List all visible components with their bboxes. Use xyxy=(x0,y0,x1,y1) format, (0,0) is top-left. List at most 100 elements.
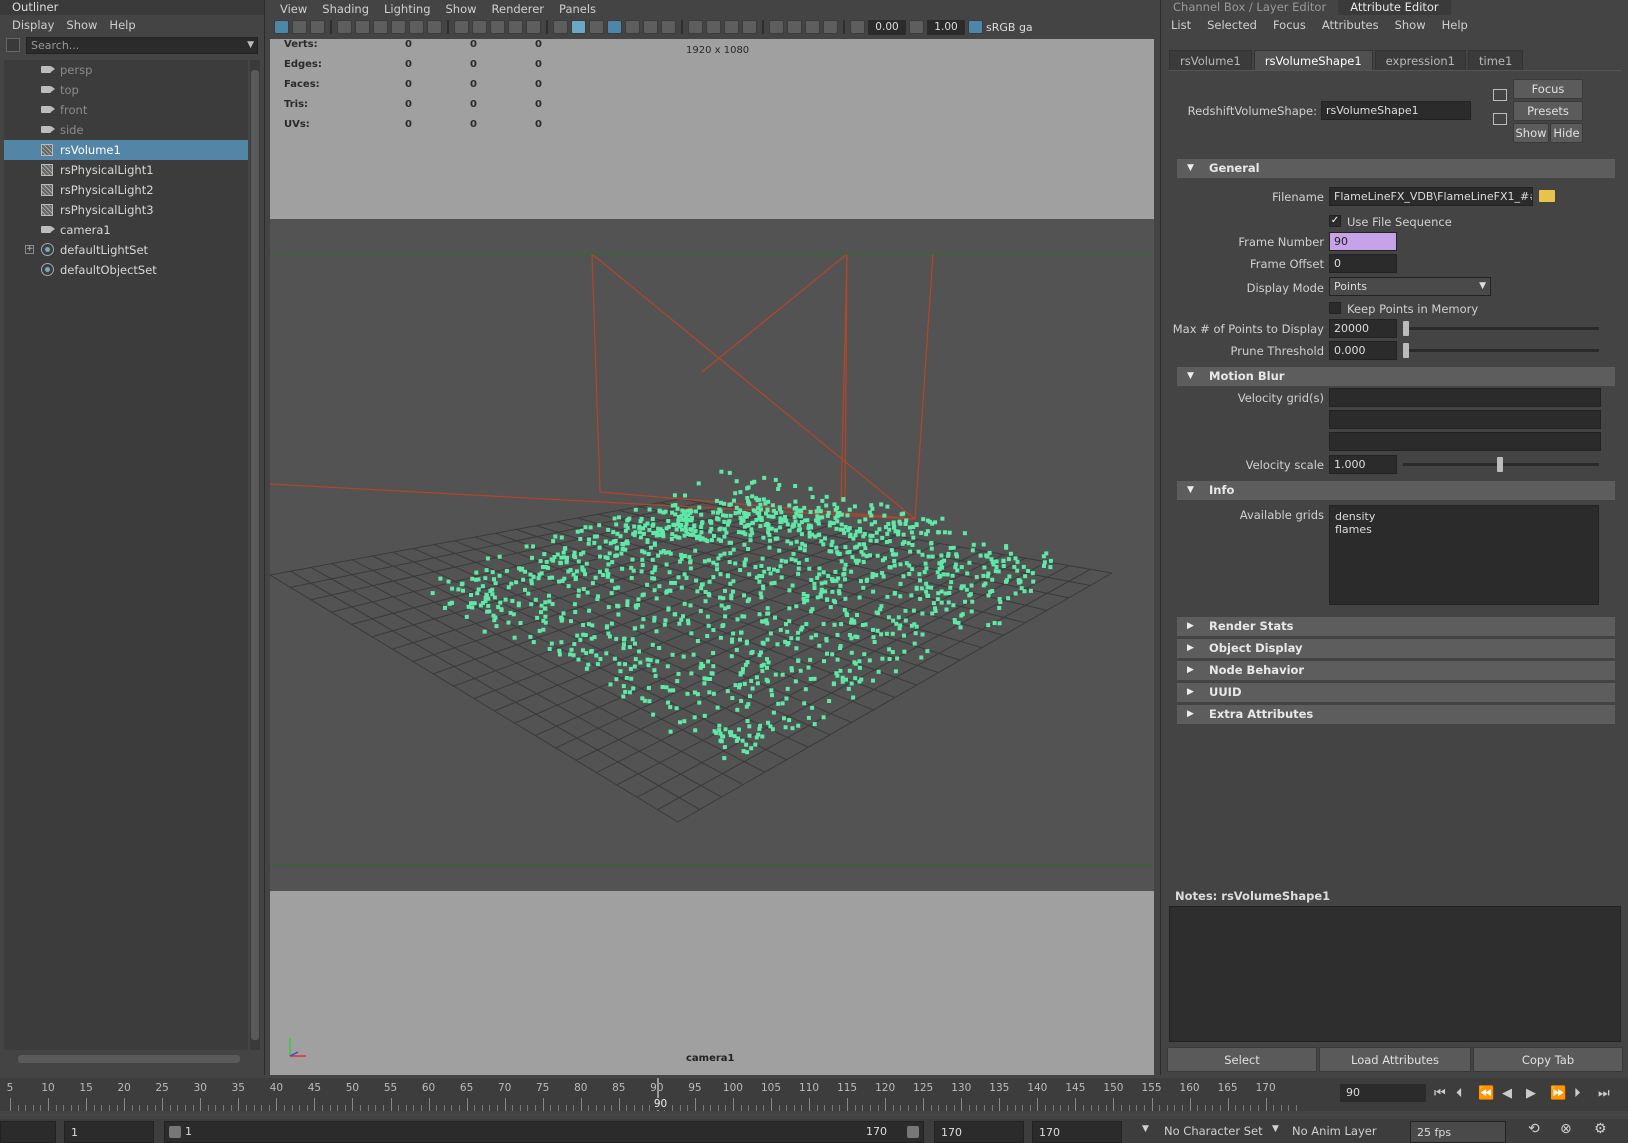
time-ruler[interactable]: 5 10 15 20 25 30 35 40 45 50 55 60 65 70 75 80 85 90 95 100… xyxy=(6,1078,1326,1111)
chevron-down-icon[interactable]: ▼ xyxy=(1142,1124,1149,1134)
use-file-sequence-checkbox[interactable]: ✓ xyxy=(1329,215,1341,227)
section-uuid[interactable]: ▶ UUID xyxy=(1177,683,1615,702)
gamma-field[interactable]: 1.00 xyxy=(927,19,965,35)
outliner-item-camera1[interactable]: camera1 xyxy=(4,220,248,240)
max-points-field[interactable]: 20000 xyxy=(1329,319,1397,338)
display-mode-dropdown[interactable]: Points ▼ xyxy=(1329,277,1491,296)
outliner-item-rsphysicallight2[interactable]: rsPhysicalLight2 xyxy=(4,180,248,200)
image-plane-icon[interactable] xyxy=(355,20,370,34)
anti-aliasing-icon[interactable] xyxy=(724,20,739,34)
node-name-field[interactable]: rsVolumeShape1 xyxy=(1321,101,1471,120)
character-set-dropdown[interactable]: No Character Set xyxy=(1164,1124,1263,1138)
safe-action-icon[interactable] xyxy=(508,20,523,34)
outliner-item-persp[interactable]: persp xyxy=(4,60,248,80)
playback-start-field[interactable]: 1 xyxy=(64,1121,154,1143)
range-slider-handle-left[interactable] xyxy=(169,1126,181,1138)
use-all-lights-icon[interactable] xyxy=(643,20,658,34)
velocity-scale-field[interactable]: 1.000 xyxy=(1329,455,1397,474)
bookmark-icon[interactable] xyxy=(337,20,352,34)
folder-icon[interactable] xyxy=(1539,190,1555,202)
outliner-item-top[interactable]: top xyxy=(4,80,248,100)
output-connections-icon[interactable] xyxy=(1493,113,1507,125)
tab-attribute-editor[interactable]: Attribute Editor xyxy=(1338,0,1451,15)
prune-threshold-slider[interactable] xyxy=(1403,349,1599,352)
motion-blur-icon[interactable] xyxy=(706,20,721,34)
frame-number-field[interactable]: 90 xyxy=(1329,232,1397,251)
available-grids-list[interactable]: density flames xyxy=(1329,505,1599,605)
play-forwards-icon[interactable]: ▶ xyxy=(1526,1086,1536,1101)
node-tab-time1[interactable]: time1 xyxy=(1468,50,1524,70)
film-gate-icon[interactable] xyxy=(427,20,442,34)
isolate-select-icon[interactable] xyxy=(769,20,784,34)
outliner-item-rsvolume1[interactable]: rsVolume1 xyxy=(4,140,248,160)
ae-menu-show[interactable]: Show xyxy=(1395,18,1426,32)
auto-key-icon[interactable]: ⊗ xyxy=(1560,1121,1572,1137)
shadows-icon[interactable] xyxy=(661,20,676,34)
exposure-field[interactable]: 0.00 xyxy=(868,19,906,35)
viewport-menu-view[interactable]: View xyxy=(280,2,307,16)
frame-offset-field[interactable]: 0 xyxy=(1329,254,1397,273)
outliner-item-rsphysicallight1[interactable]: rsPhysicalLight1 xyxy=(4,160,248,180)
textured-icon[interactable] xyxy=(625,20,640,34)
color-management-icon[interactable] xyxy=(968,20,983,34)
outliner-menu-display[interactable]: Display xyxy=(8,18,62,32)
wireframe-icon[interactable] xyxy=(553,20,568,34)
section-object-display[interactable]: ▶ Object Display xyxy=(1177,639,1615,658)
show-button[interactable]: Show xyxy=(1513,123,1549,143)
outliner-menu-help[interactable]: Help xyxy=(105,18,143,32)
2d-pan-zoom-icon[interactable] xyxy=(373,20,388,34)
animation-start-field[interactable] xyxy=(0,1121,56,1143)
step-forward-frame-icon[interactable]: ⏩ xyxy=(1550,1086,1566,1101)
loop-icon[interactable]: ⟲ xyxy=(1528,1121,1540,1137)
ae-menu-help[interactable]: Help xyxy=(1442,18,1468,32)
outliner-horizontal-scrollbar[interactable] xyxy=(4,1053,248,1065)
xray-components-icon[interactable] xyxy=(823,20,838,34)
section-render-stats[interactable]: ▶ Render Stats xyxy=(1177,617,1615,636)
section-general[interactable]: ▼ General xyxy=(1177,159,1615,178)
max-points-slider-thumb[interactable] xyxy=(1403,321,1409,336)
ae-menu-selected[interactable]: Selected xyxy=(1207,18,1257,32)
xray-icon[interactable] xyxy=(787,20,802,34)
color-space-label[interactable]: sRGB ga xyxy=(986,21,1033,34)
step-back-frame-icon[interactable]: ⏪ xyxy=(1478,1086,1494,1101)
safe-title-icon[interactable] xyxy=(526,20,541,34)
outliner-item-front[interactable]: front xyxy=(4,100,248,120)
gate-mask-icon[interactable] xyxy=(472,20,487,34)
outliner-menu-show[interactable]: Show xyxy=(62,18,105,32)
grid-item-flames[interactable]: flames xyxy=(1335,523,1593,536)
outliner-vertical-scrollbar[interactable] xyxy=(250,60,260,1050)
tab-channel-box[interactable]: Channel Box / Layer Editor xyxy=(1161,0,1338,15)
section-motion-blur[interactable]: ▼ Motion Blur xyxy=(1177,367,1615,386)
smooth-shade-icon[interactable] xyxy=(571,20,586,34)
node-tab-rsvolume1[interactable]: rsVolume1 xyxy=(1169,50,1252,70)
go-to-end-icon[interactable]: ⏭ xyxy=(1598,1086,1610,1101)
lock-camera-icon[interactable] xyxy=(292,20,307,34)
velocity-scale-slider-thumb[interactable] xyxy=(1497,457,1503,472)
go-to-start-icon[interactable]: ⏮ xyxy=(1434,1086,1446,1101)
time-slider[interactable]: 5 10 15 20 25 30 35 40 45 50 55 60 65 70 75 80 85 90 95 100… xyxy=(0,1078,1628,1111)
resolution-gate-icon[interactable] xyxy=(454,20,469,34)
prune-threshold-field[interactable]: 0.000 xyxy=(1329,341,1397,360)
play-backwards-icon[interactable]: ◀ xyxy=(1502,1086,1512,1101)
ae-menu-attributes[interactable]: Attributes xyxy=(1322,18,1379,32)
outliner-item-defaultobjectset[interactable]: defaultObjectSet xyxy=(4,260,248,280)
ae-menu-focus[interactable]: Focus xyxy=(1273,18,1306,32)
select-camera-icon[interactable] xyxy=(274,20,289,34)
ae-menu-list[interactable]: List xyxy=(1171,18,1191,32)
xray-joints-icon[interactable] xyxy=(805,20,820,34)
exposure-icon[interactable] xyxy=(850,20,865,34)
section-extra-attributes[interactable]: ▶ Extra Attributes xyxy=(1177,705,1615,724)
viewport-menu-shading[interactable]: Shading xyxy=(322,2,369,16)
depth-of-field-icon[interactable] xyxy=(742,20,757,34)
velocity-grid-field-3[interactable] xyxy=(1329,432,1601,451)
animation-end-field[interactable]: 170 xyxy=(1032,1121,1122,1143)
scrollbar-thumb[interactable] xyxy=(251,70,259,1040)
node-tab-rsvolumeshape1[interactable]: rsVolumeShape1 xyxy=(1253,50,1373,70)
keep-points-checkbox[interactable] xyxy=(1329,302,1341,314)
grease-pencil-icon[interactable] xyxy=(391,20,406,34)
hide-button[interactable]: Hide xyxy=(1550,123,1583,143)
outliner-search-input[interactable]: Search... ▼ xyxy=(26,36,258,54)
outliner-item-rsphysicallight3[interactable]: rsPhysicalLight3 xyxy=(4,200,248,220)
preferences-icon[interactable]: ⚙ xyxy=(1594,1121,1607,1137)
screen-space-ao-icon[interactable] xyxy=(688,20,703,34)
